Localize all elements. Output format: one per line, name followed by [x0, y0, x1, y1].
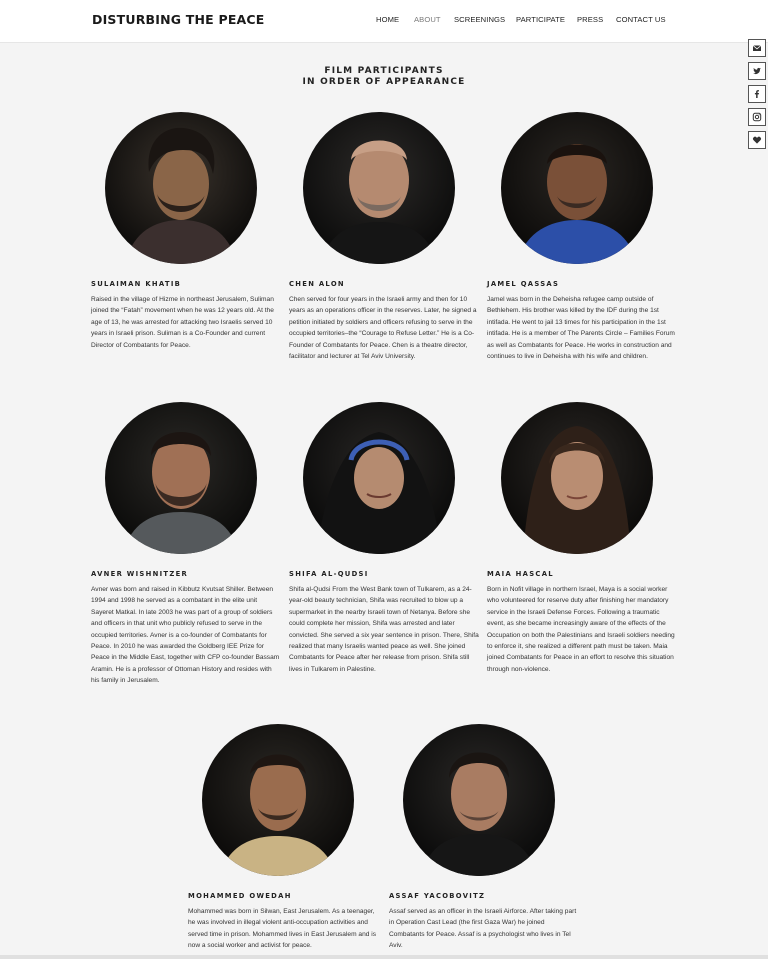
participant-bio: Chen served for four years in the Israel… [289, 296, 477, 361]
nav-participate[interactable]: PARTICIPATE [516, 15, 565, 24]
participant-bio: Jamel was born in the Deheisha refugee c… [487, 296, 675, 361]
section-title-line2: IN ORDER OF APPEARANCE [302, 77, 466, 87]
participant-bio: Mohammed was born in Silwan, East Jerusa… [188, 908, 376, 950]
participant-photo [202, 724, 354, 876]
social-sidebar [748, 39, 768, 154]
participant-name: CHEN ALON [289, 280, 345, 288]
participant-photo [501, 402, 653, 554]
participant-photo [403, 724, 555, 876]
nav-contact-us[interactable]: CONTACT US [616, 15, 666, 24]
participant-name: MAIA HASCAL [487, 570, 554, 578]
instagram-icon[interactable] [748, 108, 766, 126]
participant-photo [501, 112, 653, 264]
participant-photo [303, 402, 455, 554]
horizontal-scrollbar[interactable] [0, 955, 768, 959]
nav-home[interactable]: HOME [376, 15, 399, 24]
nav-screenings[interactable]: SCREENINGS [454, 15, 505, 24]
site-header: DISTURBING THE PEACE HOME ABOUT SCREENIN… [0, 0, 768, 43]
participant-card: MOHAMMED OWEDAH Mohammed was born in Sil… [188, 724, 378, 952]
participant-card: ASSAF YACOBOVITZ Assaf served as an offi… [389, 724, 579, 952]
participant-name: SULAIMAN KHATIB [91, 280, 182, 288]
section-title: FILM PARTICIPANTS IN ORDER OF APPEARANCE [0, 66, 768, 88]
participant-name: AVNER WISHNITZER [91, 570, 189, 578]
participant-photo [105, 402, 257, 554]
participant-bio: Raised in the village of Hizme in northe… [91, 296, 274, 349]
participant-name: ASSAF YACOBOVITZ [389, 892, 486, 900]
participant-photo [303, 112, 455, 264]
participant-name: SHIFA AL-QUDSI [289, 570, 369, 578]
nav-press[interactable]: PRESS [577, 15, 603, 24]
email-icon[interactable] [748, 39, 766, 57]
heart-icon[interactable] [748, 131, 766, 149]
participant-bio: Born in Nofit village in northern Israel… [487, 586, 675, 673]
participant-card: AVNER WISHNITZER Avner was born and rais… [91, 402, 281, 687]
participant-photo [105, 112, 257, 264]
participant-card: CHEN ALON Chen served for four years in … [289, 112, 479, 362]
participant-bio: Avner was born and raised in Kibbutz Kvu… [91, 586, 280, 685]
nav-about[interactable]: ABOUT [414, 15, 441, 24]
participant-card: JAMEL QASSAS Jamel was born in the Dehei… [487, 112, 677, 362]
main-nav: HOME ABOUT SCREENINGS PARTICIPATE PRESS … [0, 15, 768, 29]
participant-card: MAIA HASCAL Born in Nofit village in nor… [487, 402, 677, 675]
participant-card: SULAIMAN KHATIB Raised in the village of… [91, 112, 281, 351]
section-title-line1: FILM PARTICIPANTS [324, 66, 444, 76]
participant-bio: Shifa al-Qudsi From the West Bank town o… [289, 586, 479, 673]
participant-bio: Assaf served as an officer in the Israel… [389, 908, 577, 950]
participant-card: SHIFA AL-QUDSI Shifa al-Qudsi From the W… [289, 402, 479, 675]
participant-name: JAMEL QASSAS [487, 280, 560, 288]
participant-name: MOHAMMED OWEDAH [188, 892, 292, 900]
